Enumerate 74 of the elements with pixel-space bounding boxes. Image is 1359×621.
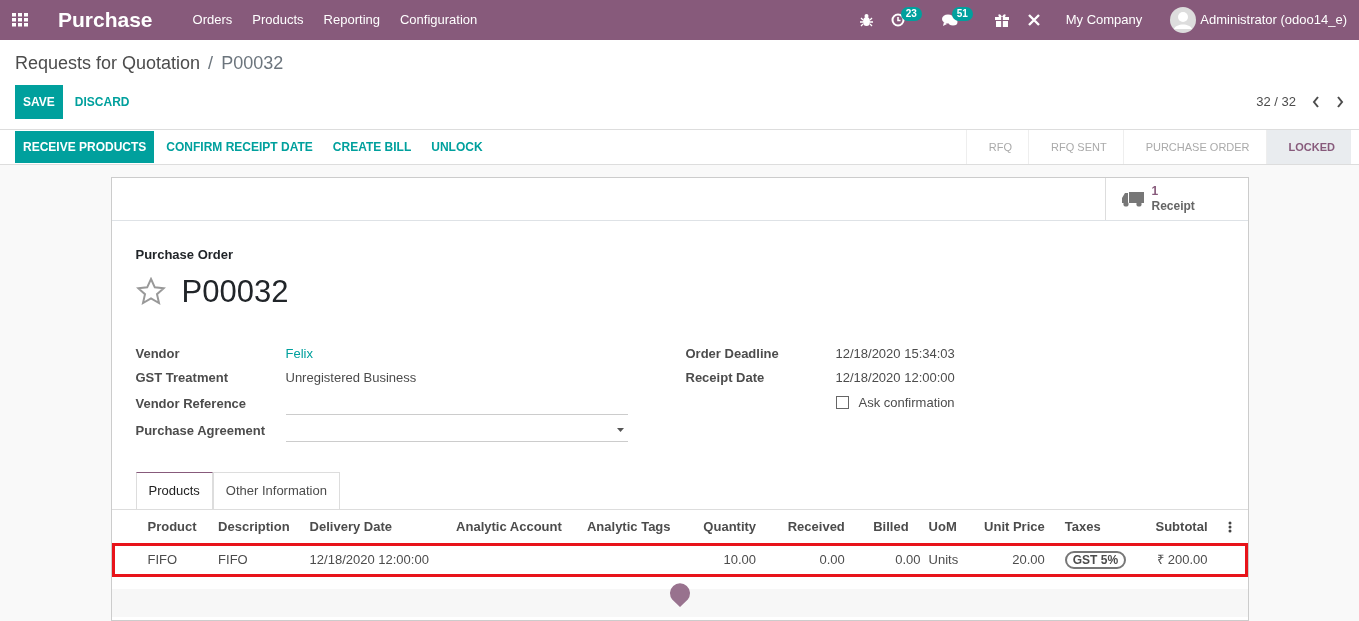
table-cell: 12/18/2020 12:00:00 (305, 543, 453, 577)
tab[interactable]: Other Information (212, 472, 340, 509)
table-cell: 0.00 (860, 543, 925, 577)
pager-value: 32 / 32 (1256, 93, 1296, 112)
chevron-left-icon[interactable] (1312, 96, 1320, 108)
action-button[interactable]: UNLOCK (423, 131, 491, 163)
column-header[interactable]: Quantity (688, 509, 773, 543)
tools-icon[interactable] (1026, 13, 1041, 27)
table-cell: Units (924, 543, 968, 577)
field-label: Order Deadline (685, 344, 780, 363)
receipt-count: 1 (1151, 184, 1160, 199)
menu-item[interactable]: Products (252, 10, 304, 30)
table-cell: FIFO (214, 543, 306, 577)
app-title: Purchase (58, 7, 153, 34)
discard-button[interactable]: DISCARD (66, 85, 138, 119)
app-grid-icon[interactable] (12, 13, 28, 27)
action-button[interactable]: RECEIVE PRODUCTS (15, 131, 155, 163)
receipt-smart-button[interactable]: 1 Receipt (1104, 178, 1248, 220)
field-value: 12/18/2020 15:34:03 (835, 344, 955, 363)
table-cell: 10.00 (688, 543, 773, 577)
field-label: Purchase Agreement (135, 421, 267, 440)
column-header[interactable]: Description (214, 509, 306, 543)
field-label: GST Treatment (135, 369, 229, 387)
field-label: Vendor (135, 344, 181, 363)
column-header[interactable]: Received (772, 509, 861, 543)
checkbox[interactable] (835, 395, 849, 409)
more-options-icon[interactable] (1227, 521, 1232, 534)
tab[interactable]: Products (135, 472, 213, 509)
column-header[interactable]: Unit Price (967, 509, 1061, 543)
field-label: Vendor Reference (135, 394, 248, 413)
field-link[interactable]: Felix (285, 343, 313, 363)
action-button[interactable]: CREATE BILL (324, 131, 420, 163)
count-badge: 51 (951, 7, 973, 21)
column-header[interactable]: Delivery Date (305, 509, 453, 543)
column-header[interactable]: Analytic Tags (582, 509, 689, 543)
form-title-label: Purchase Order (135, 246, 235, 264)
menu-item[interactable]: Orders (192, 10, 233, 30)
column-header[interactable]: Taxes (1060, 509, 1141, 543)
column-header[interactable]: UoM (924, 509, 968, 543)
user-menu[interactable]: Administrator (odoo14_e) (1200, 10, 1347, 30)
menu-item[interactable]: Configuration (400, 10, 478, 30)
breadcrumb-current: P00032 (221, 53, 284, 73)
checkbox-label: Ask confirmation (858, 393, 955, 412)
table-cell: FIFO (111, 543, 215, 577)
receipt-label: Receipt (1151, 199, 1195, 214)
truck-icon (1121, 191, 1144, 207)
count-badge: 23 (900, 7, 922, 21)
column-header[interactable]: Product (111, 509, 215, 543)
clock-icon[interactable] (890, 13, 905, 27)
caret-icon (616, 428, 624, 432)
save-button[interactable]: SAVE (15, 85, 63, 119)
table-cell: 0.00 (772, 543, 861, 577)
tax-tag: GST 5% (1064, 551, 1127, 569)
table-cell: 20.00 (967, 543, 1061, 577)
field-value: 12/18/2020 12:00:00 (835, 369, 955, 387)
bug-icon[interactable] (859, 13, 873, 27)
menu-item[interactable]: Reporting (323, 10, 380, 30)
column-header[interactable]: Billed (860, 509, 925, 543)
column-header[interactable]: Analytic Account (452, 509, 583, 543)
field-value: Unregistered Business (285, 369, 417, 387)
status-stage[interactable]: LOCKED (1265, 130, 1351, 164)
action-button[interactable]: CONFIRM RECEIPT DATE (158, 131, 321, 163)
chevron-right-icon[interactable] (1336, 96, 1344, 108)
breadcrumb-link[interactable]: Requests for Quotation (15, 53, 201, 73)
table-cell: ₹ 200.00 (1140, 543, 1224, 577)
breadcrumb-separator: / (208, 53, 214, 73)
star-icon[interactable] (135, 276, 166, 307)
order-number: P00032 (181, 272, 289, 311)
column-header[interactable]: Subtotal (1140, 509, 1224, 543)
gift-icon[interactable] (994, 13, 1009, 27)
company-switcher[interactable]: My Company (1065, 10, 1143, 30)
field-label: Receipt Date (685, 369, 766, 387)
map-pin-icon (668, 582, 691, 607)
avatar-icon (1170, 7, 1197, 33)
